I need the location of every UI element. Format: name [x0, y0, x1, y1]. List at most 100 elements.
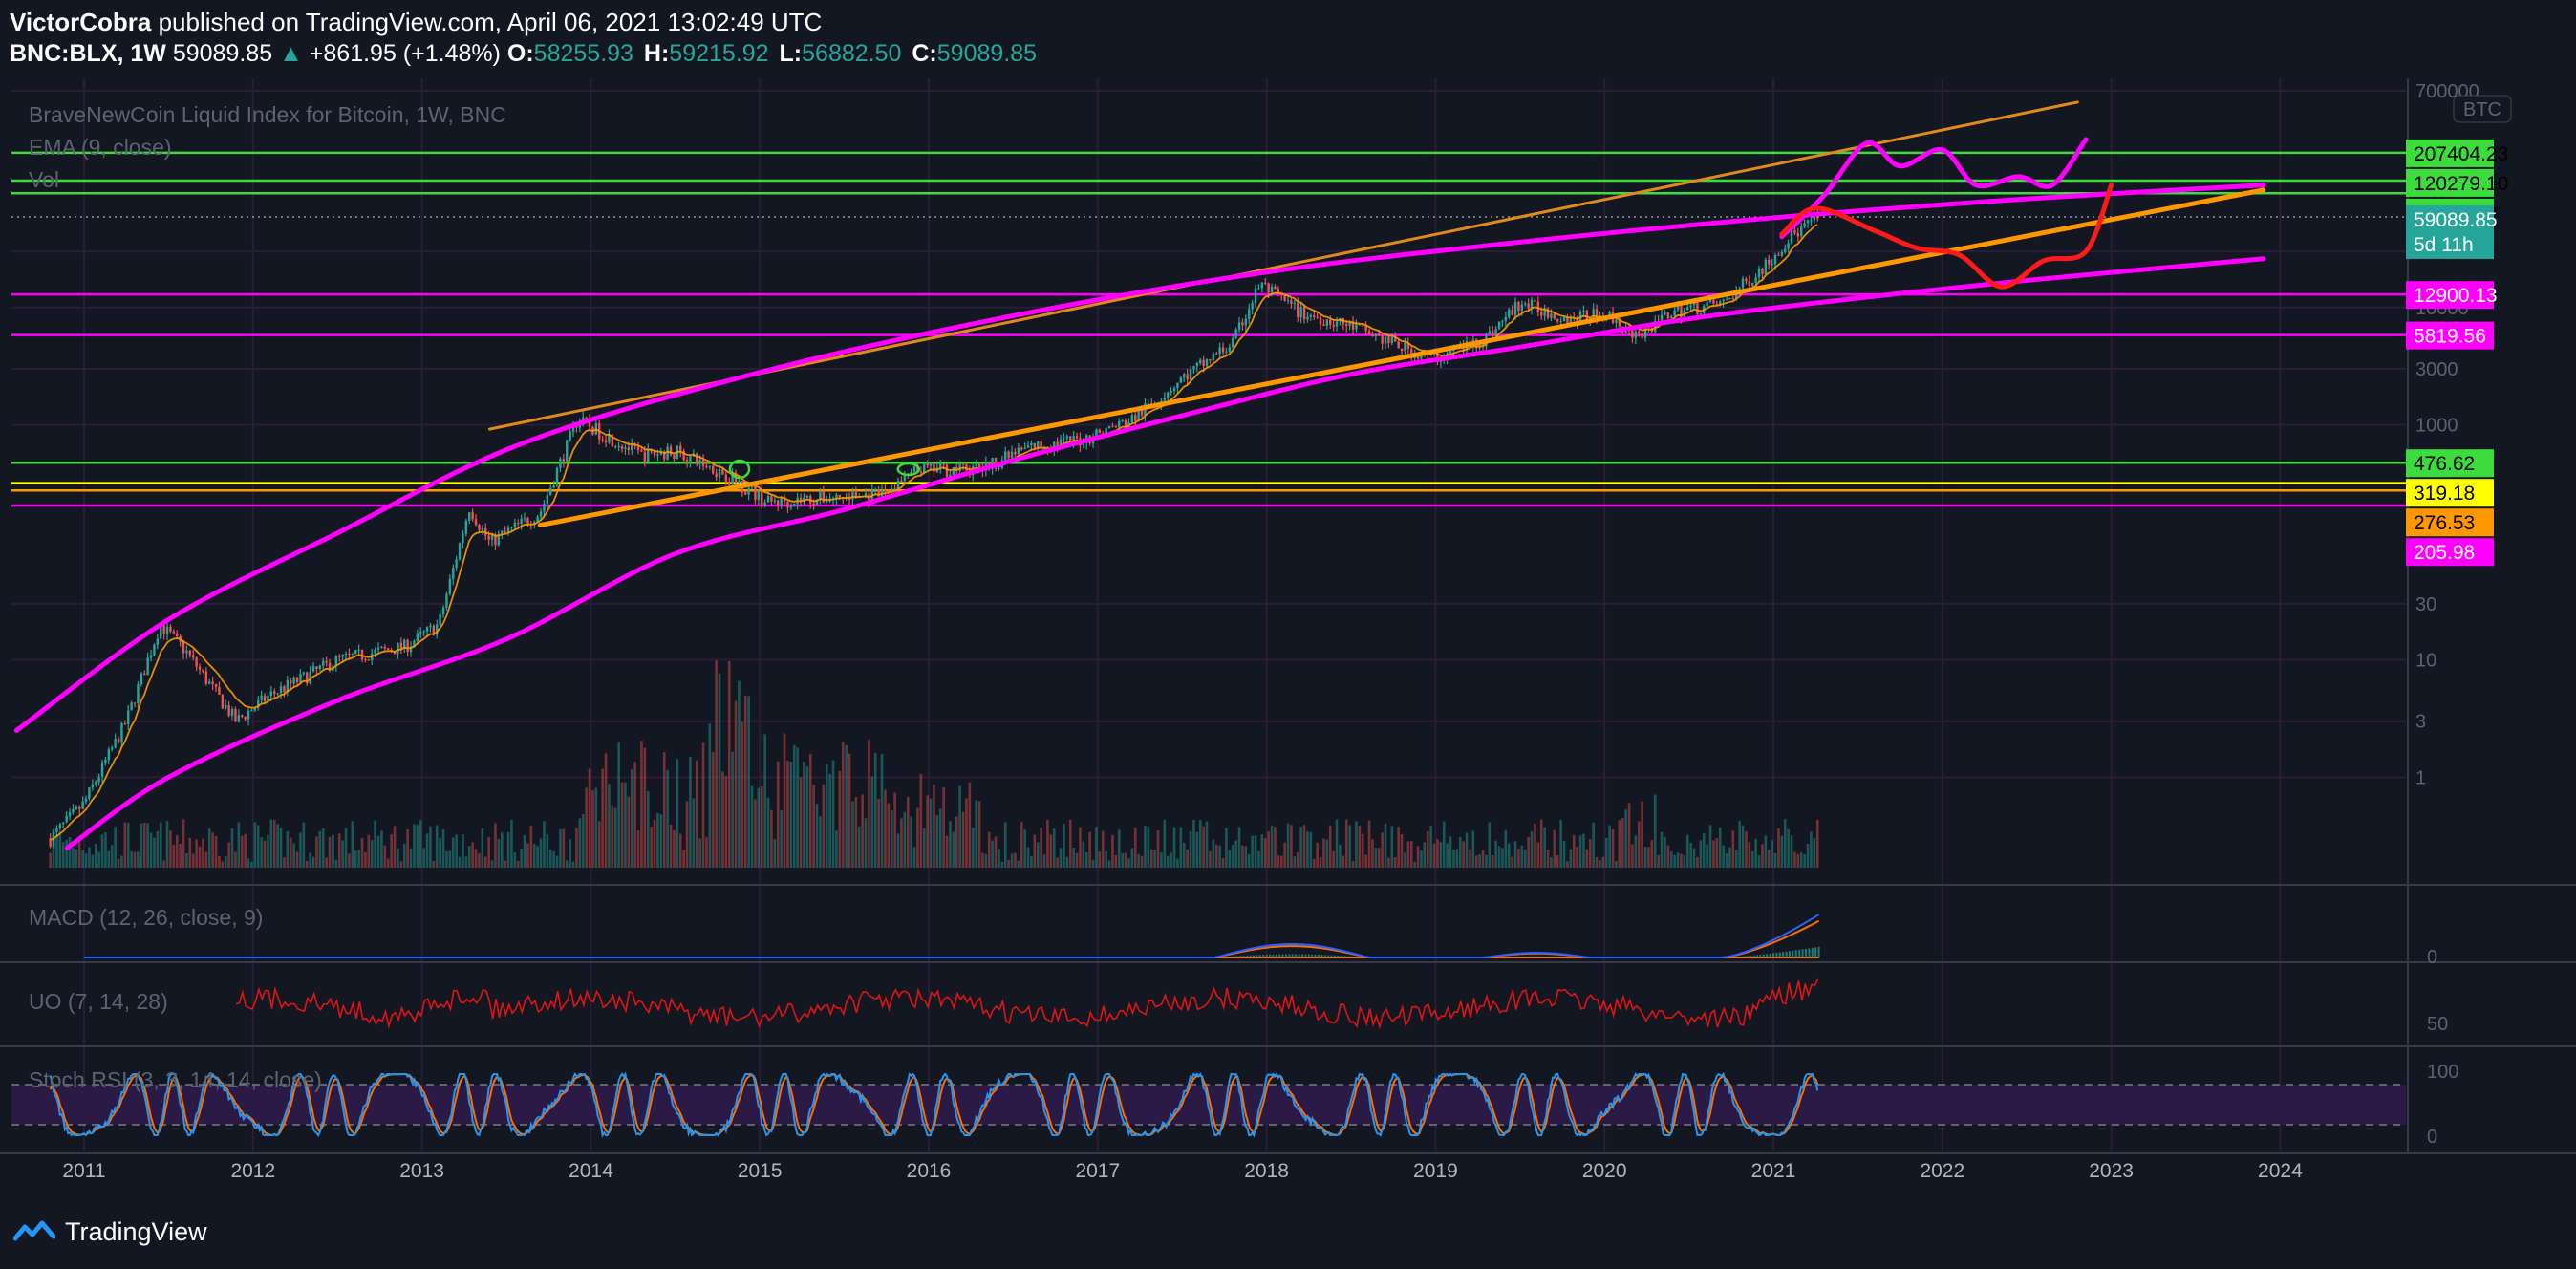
candle-body — [75, 807, 78, 809]
candle-body — [766, 496, 770, 503]
volume-bar — [731, 751, 734, 868]
volume-bar — [780, 810, 783, 868]
volume-bar — [1325, 839, 1329, 868]
candle-body — [104, 760, 107, 763]
candle-body — [1553, 313, 1556, 319]
candle-body — [468, 512, 471, 521]
annotation-circle-icon[interactable] — [896, 462, 921, 477]
volume-bar — [117, 858, 120, 868]
volume-bar — [279, 828, 283, 868]
candle-body — [1562, 316, 1566, 322]
volume-bar — [1133, 828, 1137, 868]
currency-badge[interactable]: BTC — [2453, 95, 2512, 123]
volume-bar — [1595, 856, 1599, 868]
candle-body — [501, 530, 504, 534]
volume-bar — [1806, 844, 1810, 868]
volume-bar — [1351, 860, 1355, 868]
candle-body — [1063, 438, 1065, 440]
candle-body — [1725, 299, 1728, 301]
volume-bar — [1260, 834, 1264, 868]
macd-hist-bar — [1759, 954, 1762, 957]
volume-bar — [1095, 827, 1098, 868]
volume-bar — [253, 822, 257, 868]
volume-bar — [754, 799, 757, 868]
candle-body — [241, 715, 244, 717]
candle-body — [195, 657, 198, 667]
lower-magenta-curve[interactable] — [64, 256, 2266, 850]
volume-bar — [84, 853, 88, 868]
candle-body — [812, 503, 815, 505]
red-projection[interactable] — [1779, 183, 2114, 290]
volume-bar — [1121, 852, 1124, 868]
volume-bar — [1040, 828, 1042, 868]
volume-bar — [1777, 828, 1780, 868]
volume-bar — [1189, 831, 1192, 868]
volume-bar — [701, 742, 705, 868]
volume-bar — [1257, 850, 1260, 868]
volume-bar — [65, 839, 68, 868]
y-tick-3000: 3000 — [2415, 359, 2458, 380]
candle-body — [68, 812, 72, 816]
candle-body — [230, 709, 234, 716]
candle-body — [1114, 426, 1118, 428]
candle-body — [487, 535, 490, 540]
candle-body — [1302, 307, 1306, 320]
volume-bar — [1790, 835, 1793, 868]
volume-bar — [1423, 842, 1427, 868]
volume-bar — [935, 815, 939, 868]
macd-hist-bar — [1281, 954, 1284, 957]
macd-hist-bar — [1295, 954, 1298, 957]
footer-brand[interactable]: TradingView — [13, 1217, 207, 1247]
candle-body — [1335, 321, 1339, 327]
vol-label: Vol — [29, 167, 59, 192]
volume-bar — [539, 838, 543, 868]
candle-body — [923, 463, 926, 473]
volume-bar — [370, 840, 374, 868]
volume-bar — [311, 856, 315, 868]
volume-bar — [1485, 854, 1488, 868]
volume-bar — [123, 822, 127, 868]
volume-bar — [1458, 836, 1462, 868]
volume-bar — [471, 842, 474, 868]
volume-bar — [1283, 842, 1286, 868]
candle-body — [225, 704, 227, 709]
volume-bar — [620, 782, 624, 868]
candle-body — [1731, 298, 1735, 300]
macd-hist-bar — [1778, 952, 1781, 957]
macd-hist-bar — [1323, 955, 1326, 957]
candle-body — [383, 646, 387, 649]
volume-bar — [348, 853, 351, 868]
volume-bar — [757, 787, 761, 868]
candle-body — [1134, 415, 1137, 421]
candle-body — [1215, 353, 1218, 355]
candle-body — [247, 710, 250, 720]
candle-body — [1186, 374, 1189, 380]
volume-bar — [763, 734, 766, 868]
y-tick-30: 30 — [2415, 594, 2436, 615]
volume-bar — [825, 764, 828, 868]
candle-body — [478, 525, 481, 530]
volume-bar — [1036, 842, 1040, 868]
candle-body — [439, 614, 441, 625]
volume-bar — [114, 827, 117, 868]
volume-bar — [337, 833, 341, 868]
candle-body — [724, 474, 728, 482]
volume-bar — [1588, 839, 1592, 868]
candle-body — [685, 460, 689, 462]
upper-magenta-curve[interactable] — [13, 183, 2266, 733]
candle-body — [1497, 321, 1501, 330]
volume-bar — [1247, 853, 1251, 868]
volume-bar — [318, 830, 322, 868]
brand-name: TradingView — [65, 1217, 207, 1246]
volume-bar — [1406, 841, 1410, 868]
macd-hist-bar — [1752, 955, 1755, 957]
candle-body — [237, 715, 241, 722]
volume-bar — [1599, 860, 1601, 868]
price-chart[interactable]: 7000003000010000300010003010312011201220… — [0, 0, 2576, 1269]
volume-bar — [952, 831, 955, 868]
volume-bar — [214, 835, 218, 868]
volume-bar — [1274, 827, 1277, 868]
volume-bar — [341, 840, 344, 868]
volume-bar — [1491, 854, 1494, 868]
volume-bar — [1527, 836, 1530, 868]
